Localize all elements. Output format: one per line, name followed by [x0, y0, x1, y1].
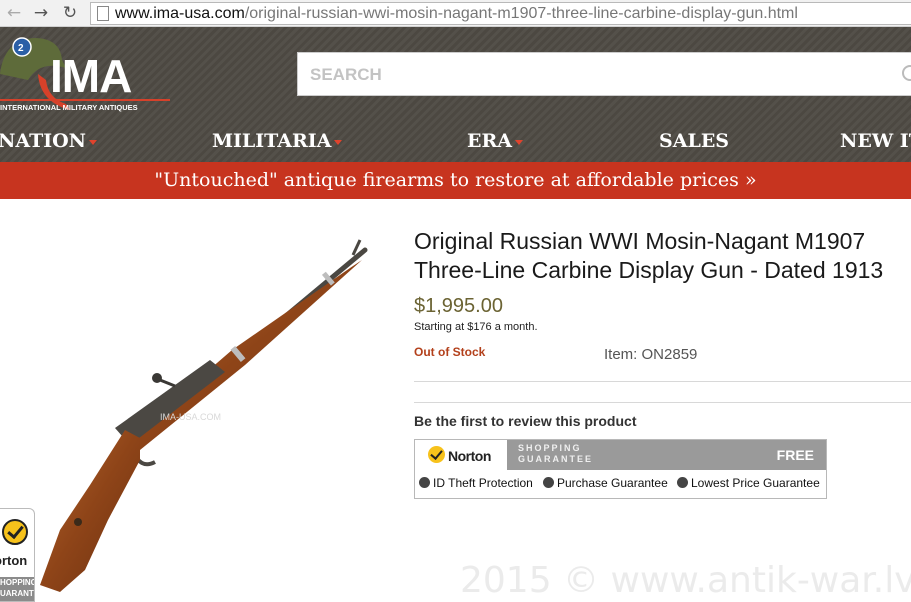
page-icon	[97, 6, 109, 21]
address-bar[interactable]: www.ima-usa.com/original-russian-wwi-mos…	[90, 2, 911, 25]
nav-item-era[interactable]: ERA	[467, 123, 524, 159]
nav-label: NATION	[0, 130, 87, 152]
nav-item-sales[interactable]: SALES	[659, 123, 729, 159]
caret-down-icon	[334, 139, 343, 145]
nav-label: NEW IT	[840, 130, 911, 152]
image-watermark: IMA-USA.COM	[160, 412, 221, 422]
gear-badge-icon	[543, 477, 554, 488]
feature-lowest-price: Lowest Price Guarantee	[677, 476, 820, 490]
nav-label: ERA	[467, 130, 513, 152]
norton-brand: Norton	[448, 448, 491, 464]
dollar-icon	[677, 477, 688, 488]
id-icon	[419, 477, 430, 488]
badge-brand: orton	[0, 553, 28, 568]
badge-band: HOPPING UARANTEE	[0, 577, 34, 601]
norton-guarantee-box[interactable]: Norton SHOPPING GUARANTEE FREE ID Theft …	[414, 439, 827, 499]
promo-banner[interactable]: "Untouched" antique firearms to restore …	[0, 162, 911, 199]
product-image[interactable]: IMA-USA.COM	[0, 200, 400, 600]
browser-toolbar: ← → ↻ www.ima-usa.com/original-russian-w…	[0, 0, 911, 27]
nav-label: SALES	[659, 130, 730, 152]
url-path: /original-russian-wwi-mosin-nagant-m1907…	[244, 5, 798, 22]
search-input[interactable]	[308, 61, 872, 89]
norton-badge[interactable]: orton HOPPING UARANTEE	[0, 508, 35, 602]
norton-guarantee-label: SHOPPING GUARANTEE	[518, 443, 594, 464]
forward-arrow-icon[interactable]: →	[31, 3, 51, 23]
back-arrow-icon[interactable]: ←	[4, 3, 24, 23]
screenshot-watermark: 2015 © www.antik-war.lv	[460, 560, 911, 601]
search-icon[interactable]	[902, 65, 911, 81]
logo-tagline: INTERNATIONAL MILITARY ANTIQUES	[0, 103, 138, 112]
feature-purchase: Purchase Guarantee	[543, 476, 668, 490]
stock-status: Out of Stock	[414, 345, 486, 359]
feature-label: ID Theft Protection	[433, 476, 533, 490]
feature-label: Purchase Guarantee	[557, 476, 668, 490]
feature-label: Lowest Price Guarantee	[691, 476, 820, 490]
caret-down-icon	[515, 139, 524, 145]
item-number: Item: ON2859	[604, 346, 698, 363]
norton-check-icon	[428, 446, 445, 463]
product-price: $1,995.00	[414, 295, 503, 317]
nav-item-militaria[interactable]: MILITARIA	[212, 123, 343, 159]
main-nav: NATION MILITARIA ERA SALES NEW IT	[0, 123, 911, 159]
reload-icon[interactable]: ↻	[60, 3, 80, 23]
caret-down-icon	[89, 139, 98, 145]
ima-logo[interactable]: 2 IMA INTERNATIONAL MILITARY ANTIQUES	[0, 30, 175, 116]
norton-logo: Norton	[415, 440, 507, 470]
search-box[interactable]	[297, 52, 911, 96]
nav-item-nation[interactable]: NATION	[0, 123, 98, 159]
norton-header: Norton SHOPPING GUARANTEE FREE	[415, 440, 826, 470]
nav-label: MILITARIA	[212, 130, 332, 152]
monthly-payment: Starting at $176 a month.	[414, 321, 538, 333]
norton-check-icon	[2, 519, 28, 545]
logo-text: IMA	[50, 50, 131, 102]
norton-features: ID Theft Protection Purchase Guarantee L…	[415, 476, 826, 494]
url-text: www.ima-usa.com/original-russian-wwi-mos…	[115, 5, 798, 23]
norton-free-label: FREE	[776, 447, 814, 463]
url-domain: www.ima-usa.com	[115, 5, 245, 22]
svg-text:2: 2	[18, 43, 24, 54]
feature-id-theft: ID Theft Protection	[419, 476, 533, 490]
divider	[414, 381, 911, 382]
product-title: Original Russian WWI Mosin-Nagant M1907 …	[414, 228, 884, 283]
review-link[interactable]: Be the first to review this product	[414, 413, 636, 429]
divider	[414, 402, 911, 403]
site-header: 2 IMA INTERNATIONAL MILITARY ANTIQUES NA…	[0, 27, 911, 199]
nav-item-new-items[interactable]: NEW IT	[840, 123, 911, 159]
